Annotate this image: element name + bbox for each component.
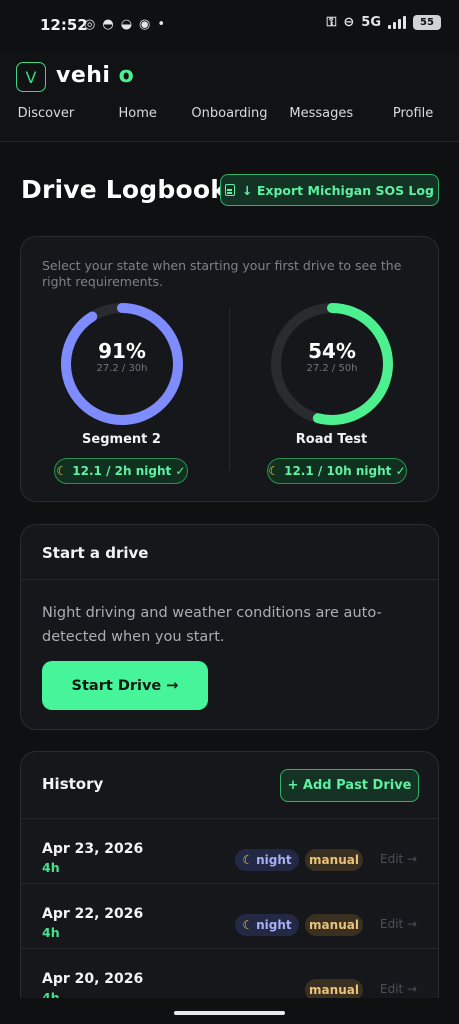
- export-log-button[interactable]: ↓ Export Michigan SOS Log: [220, 174, 439, 206]
- ring-percent: 54%: [308, 339, 356, 363]
- history-row[interactable]: Apr 23, 2026 4h ☾ night manual Edit →: [21, 819, 438, 884]
- battery-icon: 55: [413, 15, 441, 30]
- network-type: 5G: [361, 15, 381, 30]
- manual-badge: manual: [305, 979, 363, 998]
- state-hint: Select your state when starting your fir…: [42, 258, 402, 289]
- start-drive-button[interactable]: Start Drive →: [42, 661, 208, 710]
- night-badge-label: night: [256, 853, 292, 867]
- main-content[interactable]: Drive Logbook ↓ Export Michigan SOS Log …: [0, 142, 459, 998]
- dot-icon: •: [157, 17, 166, 32]
- key-icon: ⚿: [326, 15, 337, 30]
- ring-label: Segment 2: [82, 432, 161, 447]
- ring-hours: 27.2 / 30h: [96, 363, 148, 374]
- night-hours-pill: ☾ 12.1 / 2h night ✓: [54, 458, 188, 484]
- road-test-progress: 54% 27.2 / 50h Road Test ☾ 12.1 / 10h ni…: [231, 301, 440, 491]
- history-row[interactable]: Apr 22, 2026 4h ☾ night manual Edit →: [21, 883, 438, 948]
- main-nav: Discover Home Onboarding Messages Profil…: [0, 106, 459, 121]
- night-badge: ☾ night: [235, 914, 299, 936]
- edit-link[interactable]: Edit →: [380, 982, 417, 996]
- history-heading: History: [42, 775, 104, 793]
- divider: [21, 579, 438, 580]
- start-description: Night driving and weather conditions are…: [42, 605, 382, 645]
- gesture-bar[interactable]: [174, 1011, 285, 1015]
- edit-link[interactable]: Edit →: [380, 852, 417, 866]
- moon-icon: ☾: [242, 918, 254, 932]
- status-time: 12:52: [40, 16, 88, 34]
- ring-hours: 27.2 / 50h: [306, 363, 358, 374]
- chat-icon: ◒: [120, 17, 133, 32]
- night-badge-label: night: [256, 918, 292, 932]
- system-icons: ⚿ ⊖ 5G 55: [326, 15, 441, 30]
- edit-link[interactable]: Edit →: [380, 917, 417, 931]
- start-drive-card: Start a drive Night driving and weather …: [20, 524, 439, 730]
- document-icon: [225, 184, 236, 196]
- night-hours-text: 12.1 / 2h night ✓: [72, 464, 186, 478]
- drive-hours: 4h: [42, 860, 60, 875]
- discord-icon: ◓: [102, 17, 114, 32]
- ring-label: Road Test: [295, 432, 368, 447]
- drive-hours: 4h: [42, 925, 60, 940]
- brand-name: vehi: [56, 63, 111, 88]
- manual-badge: manual: [305, 849, 363, 871]
- add-past-drive-button[interactable]: + Add Past Drive: [280, 769, 419, 802]
- drive-date: Apr 20, 2026: [42, 971, 144, 987]
- moon-icon: ☾: [242, 853, 254, 867]
- manual-badge: manual: [305, 914, 363, 936]
- nav-discover[interactable]: Discover: [0, 106, 92, 121]
- nav-profile[interactable]: Profile: [367, 106, 459, 121]
- nav-onboarding[interactable]: Onboarding: [184, 106, 276, 121]
- night-hours-pill: ☾ 12.1 / 10h night ✓: [267, 458, 407, 484]
- dnd-icon: ⊖: [343, 15, 355, 30]
- moon-icon: ☾: [56, 464, 68, 478]
- nav-home[interactable]: Home: [92, 106, 184, 121]
- segment-progress: 91% 27.2 / 30h Segment 2 ☾ 12.1 / 2h nig…: [21, 301, 230, 491]
- brand-accent: o: [118, 63, 135, 88]
- night-hours-text: 12.1 / 10h night ✓: [284, 464, 406, 478]
- drive-hours: 4h: [42, 990, 60, 998]
- export-label: ↓ Export Michigan SOS Log: [242, 182, 434, 198]
- status-bar: 12:52 ◎ ◓ ◒ ◉ • ⚿ ⊖ 5G 55: [0, 0, 459, 52]
- history-row[interactable]: Apr 20, 2026 4h manual Edit →: [21, 948, 438, 998]
- night-badge: ☾ night: [235, 849, 299, 871]
- history-card: History + Add Past Drive Apr 23, 2026 4h…: [20, 751, 439, 998]
- progress-card: Select your state when starting your fir…: [20, 236, 439, 502]
- start-heading: Start a drive: [42, 544, 149, 562]
- messenger-icon: ◉: [139, 17, 151, 32]
- brand-wordmark[interactable]: vehi o: [56, 63, 134, 88]
- whatsapp-icon: ◎: [84, 17, 96, 32]
- drive-date: Apr 23, 2026: [42, 841, 144, 857]
- page-title: Drive Logbook: [21, 175, 228, 204]
- signal-icon: [388, 16, 406, 29]
- moon-icon: ☾: [268, 464, 280, 478]
- nav-messages[interactable]: Messages: [275, 106, 367, 121]
- drive-date: Apr 22, 2026: [42, 906, 144, 922]
- notification-icons: ◎ ◓ ◒ ◉ •: [84, 17, 165, 32]
- logo-icon[interactable]: V: [16, 62, 46, 92]
- ring-percent: 91%: [98, 339, 146, 363]
- app-header: V vehi o Discover Home Onboarding Messag…: [0, 52, 459, 142]
